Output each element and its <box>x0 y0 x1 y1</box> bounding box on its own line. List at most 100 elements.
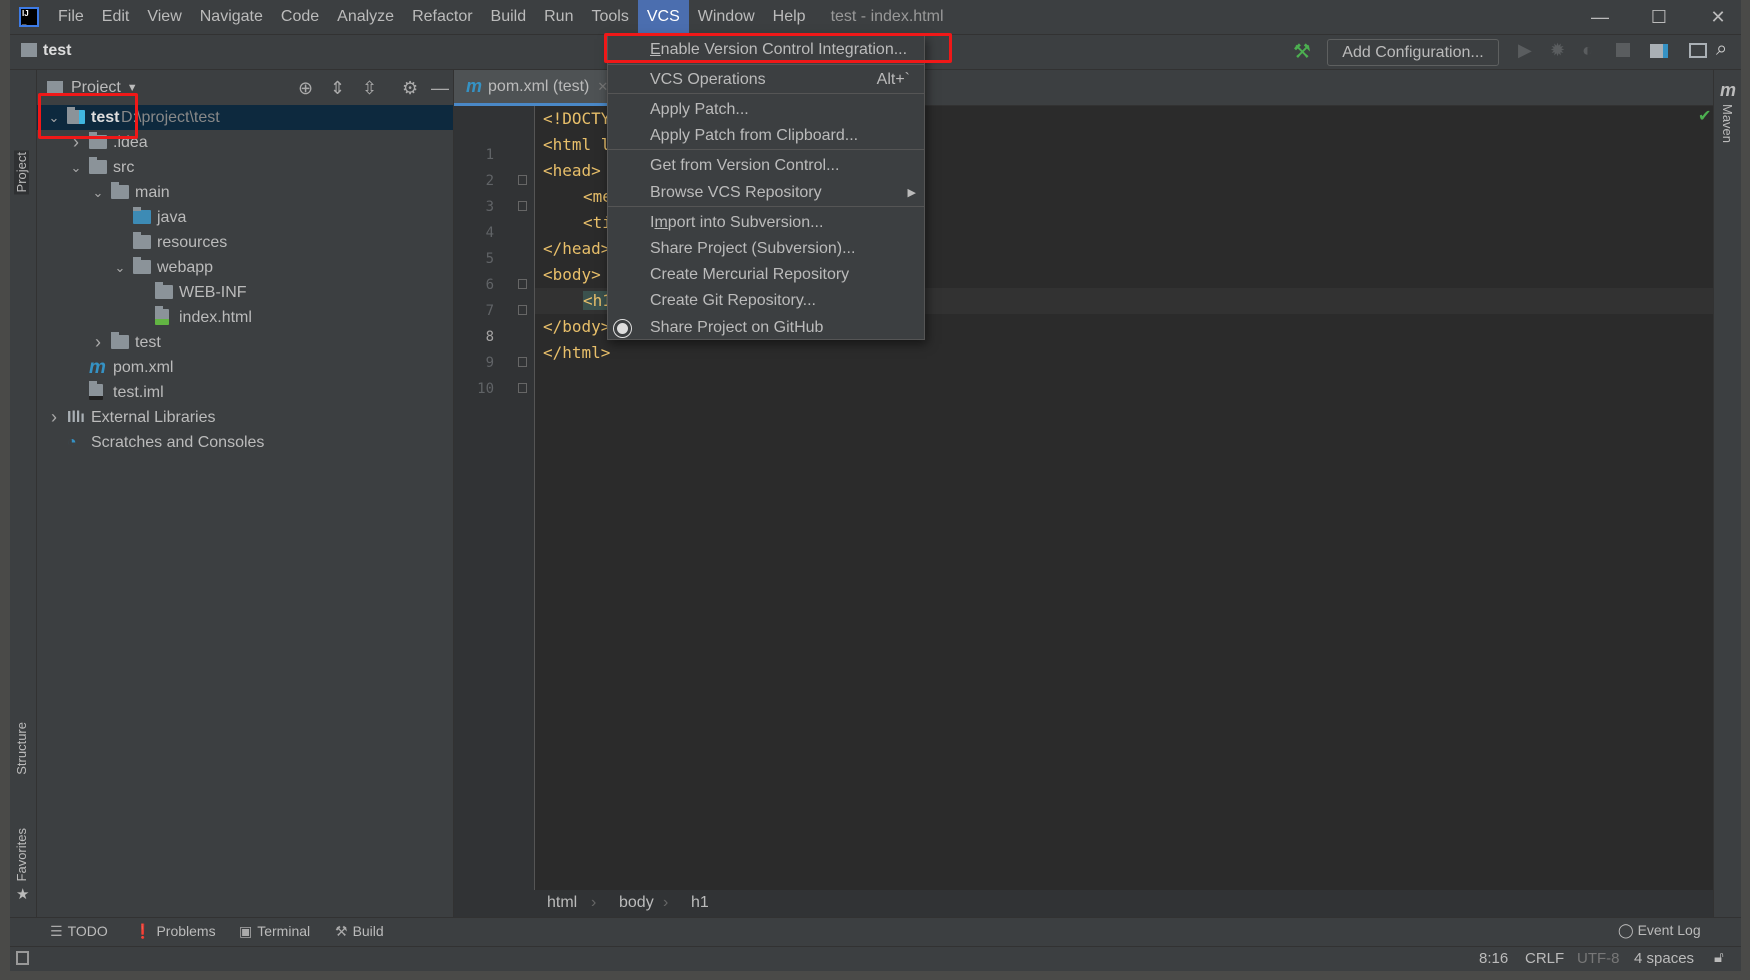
menu-item-apply-patch-from-clipboard[interactable]: Apply Patch from Clipboard... <box>608 123 924 149</box>
menu-vcs[interactable]: VCS <box>637 0 689 34</box>
line-number: 5 <box>485 251 494 267</box>
minimize-button[interactable]: — <box>1575 0 1625 34</box>
maven-tool-tab[interactable]: Maven <box>1720 104 1735 143</box>
menu-run[interactable]: Run <box>535 0 582 34</box>
maven-file-icon: m <box>89 357 106 378</box>
chevron-down-icon[interactable]: ⌄ <box>69 155 83 180</box>
menu-navigate[interactable]: Navigate <box>191 0 272 34</box>
menu-tools[interactable]: Tools <box>582 0 637 34</box>
stop-icon[interactable] <box>1616 43 1630 57</box>
tree-item[interactable]: › Illı External Libraries <box>37 405 453 430</box>
tool-todo[interactable]: ☰ TODO <box>50 923 108 940</box>
caret-position[interactable]: 8:16 <box>1479 950 1508 967</box>
tree-item[interactable]: ⌄ webapp <box>37 255 453 280</box>
tree-item[interactable]: ⌄ src <box>37 155 453 180</box>
breadcrumb-item[interactable]: h1 <box>691 894 709 912</box>
breadcrumb-item[interactable]: html <box>547 894 577 912</box>
tree-item-label: src <box>113 159 135 176</box>
run-icon[interactable]: ▶ <box>1518 40 1532 61</box>
tool-problems[interactable]: ❗ Problems <box>134 923 216 940</box>
tree-item[interactable]: index.html <box>37 305 453 330</box>
maven-icon: m <box>1720 80 1737 100</box>
menu-edit[interactable]: Edit <box>93 0 139 34</box>
toggle-tool-windows-icon[interactable] <box>16 951 29 965</box>
lock-open-icon[interactable]: 🔓︎ <box>1714 949 1724 966</box>
menu-item-get-from-version-control[interactable]: Get from Version Control... <box>608 153 924 179</box>
event-log-button[interactable]: ◯ Event Log <box>1618 922 1701 939</box>
line-separator[interactable]: CRLF <box>1525 950 1564 967</box>
tool-terminal[interactable]: ▣ Terminal <box>239 923 310 940</box>
submenu-arrow-icon: ▶ <box>907 187 916 199</box>
menu-item-share-project-subversion[interactable]: Share Project (Subversion)... <box>608 236 924 262</box>
menu-code[interactable]: Code <box>272 0 328 34</box>
file-encoding[interactable]: UTF-8 <box>1577 950 1620 967</box>
menu-refactor[interactable]: Refactor <box>403 0 481 34</box>
menu-item-apply-patch[interactable]: Apply Patch... <box>608 97 924 123</box>
vcs-menu: Enable Version Control Integration... VCS… <box>607 35 925 340</box>
menu-item-create-mercurial-repository[interactable]: Create Mercurial Repository <box>608 262 924 288</box>
tree-item[interactable]: ⌄ main <box>37 180 453 205</box>
tab-pom-xml[interactable]: m pom.xml (test) ✕ <box>454 70 621 106</box>
menu-view[interactable]: View <box>138 0 190 34</box>
tree-item[interactable]: ◔ Scratches and Consoles <box>37 430 453 455</box>
menu-file[interactable]: File <box>49 0 93 34</box>
close-button[interactable]: ✕ <box>1693 0 1743 34</box>
chevron-right-icon[interactable]: › <box>47 405 61 430</box>
project-tool-tab[interactable]: Project <box>14 150 29 195</box>
indent-setting[interactable]: 4 spaces <box>1634 950 1694 967</box>
project-structure-icon[interactable] <box>1650 44 1668 58</box>
menu-item-vcs-operations[interactable]: VCS Operations Alt+` <box>608 67 924 93</box>
chevron-down-icon[interactable]: ⌄ <box>113 255 127 280</box>
collapse-all-icon[interactable]: ⇳ <box>362 78 377 99</box>
favorites-tool-tab[interactable]: Favorites <box>14 828 29 881</box>
tree-item-label: pom.xml <box>113 359 174 376</box>
expand-all-icon[interactable]: ⇕ <box>330 78 345 99</box>
menu-item-create-git-repository[interactable]: Create Git Repository... <box>608 288 924 314</box>
nav-project[interactable]: test <box>43 42 71 60</box>
tree-item[interactable]: WEB-INF <box>37 280 453 305</box>
menu-analyze[interactable]: Analyze <box>328 0 403 34</box>
fold-marker-icon[interactable] <box>518 305 527 315</box>
code-line: </html> <box>543 343 611 362</box>
fold-marker-icon[interactable] <box>518 175 527 185</box>
tree-item[interactable]: resources <box>37 230 453 255</box>
menu-item-label: Apply Patch from Clipboard... <box>650 127 859 144</box>
tree-item[interactable]: test.iml <box>37 380 453 405</box>
tree-item[interactable]: › test <box>37 330 453 355</box>
chevron-down-icon[interactable]: ⌄ <box>91 180 105 205</box>
resources-folder-icon <box>133 232 151 249</box>
bottom-tool-bar: ☰ TODO ❗ Problems ▣ Terminal ⚒ Build <box>10 917 1741 946</box>
tree-item[interactable]: java <box>37 205 453 230</box>
locate-icon[interactable]: ⊕ <box>298 78 313 99</box>
tab-label: pom.xml (test) <box>488 77 590 95</box>
fold-marker-icon[interactable] <box>518 357 527 367</box>
search-icon[interactable]: ⌕ <box>1716 38 1727 61</box>
menu-item-import-into-subversion[interactable]: Import into Subversion... <box>608 210 924 236</box>
coverage-icon[interactable]: ◐ <box>1582 40 1593 61</box>
structure-tool-tab[interactable]: Structure <box>14 722 29 775</box>
gear-icon[interactable]: ⚙ <box>402 78 418 99</box>
breadcrumb-item[interactable]: body <box>619 894 654 912</box>
build-hammer-icon[interactable]: ⚒ <box>1293 39 1311 64</box>
menu-item-browse-vcs-repository[interactable]: Browse VCS Repository ▶ <box>608 180 924 206</box>
scratches-icon: ◔ <box>67 434 77 451</box>
tool-label: Problems <box>156 923 216 939</box>
tool-build[interactable]: ⚒ Build <box>335 923 384 940</box>
menu-window[interactable]: Window <box>689 0 764 34</box>
fold-marker-icon[interactable] <box>518 201 527 211</box>
maximize-button[interactable]: ☐ <box>1634 0 1684 34</box>
menu-build[interactable]: Build <box>482 0 536 34</box>
tree-item[interactable]: m pom.xml <box>37 355 453 380</box>
fold-marker-icon[interactable] <box>518 279 527 289</box>
terminal-window-icon[interactable] <box>1689 43 1707 58</box>
folder-icon <box>111 332 129 349</box>
debug-icon[interactable]: ✹ <box>1550 40 1565 61</box>
fold-marker-icon[interactable] <box>518 383 527 393</box>
chevron-right-icon[interactable]: › <box>91 330 105 355</box>
folder-icon <box>89 157 107 174</box>
menu-help[interactable]: Help <box>764 0 815 34</box>
add-configuration-button[interactable]: Add Configuration... <box>1327 39 1499 66</box>
line-number: 3 <box>485 199 494 215</box>
menu-item-share-project-on-github[interactable]: Share Project on GitHub <box>608 315 924 341</box>
hide-panel-icon[interactable]: — <box>431 78 449 99</box>
